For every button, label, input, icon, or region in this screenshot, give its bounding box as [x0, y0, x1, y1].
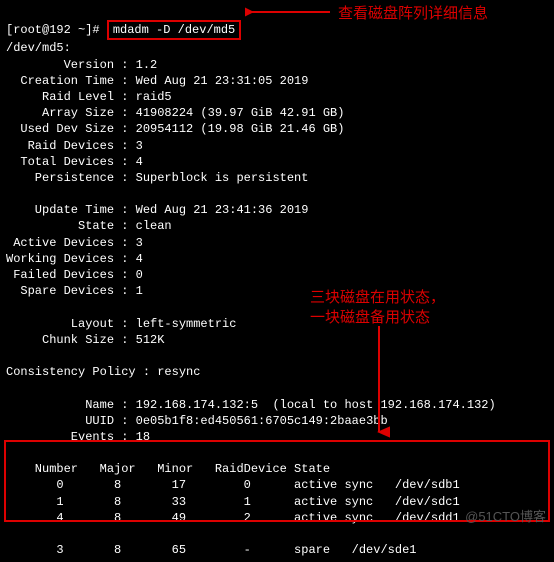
row-layout: Layout : left-symmetric — [6, 317, 236, 331]
row-spare-devices: Spare Devices : 1 — [6, 284, 143, 298]
row-failed-devices: Failed Devices : 0 — [6, 268, 143, 282]
command-highlight-box: mdadm -D /dev/md5 — [107, 20, 241, 40]
row-used-dev-size: Used Dev Size : 20954112 (19.98 GiB 21.4… — [6, 122, 344, 136]
row-name: Name : 192.168.174.132:5 (local to host … — [6, 398, 496, 412]
row-chunk-size: Chunk Size : 512K — [6, 333, 164, 347]
prompt-text: [root@192 ~]# — [6, 23, 107, 37]
row-version: Version : 1.2 — [6, 58, 157, 72]
row-uuid: UUID : 0e05b1f8:ed450561:6705c149:2baae3… — [6, 414, 388, 428]
watermark: @51CTO博客 — [465, 506, 546, 525]
annotation-mid-line2: 一块磁盘备用状态 — [310, 306, 430, 327]
row-persistence: Persistence : Superblock is persistent — [6, 171, 308, 185]
row-working-devices: Working Devices : 4 — [6, 252, 143, 266]
annotation-top: 查看磁盘阵列详细信息 — [338, 2, 488, 23]
device-header: /dev/md5: — [6, 41, 71, 55]
row-total-devices: Total Devices : 4 — [6, 155, 143, 169]
shell-prompt: [root@192 ~]# mdadm -D /dev/md5 — [6, 23, 241, 37]
row-consistency-policy: Consistency Policy : resync — [6, 365, 200, 379]
annotation-mid-line1: 三块磁盘在用状态， — [310, 286, 445, 307]
row-active-devices: Active Devices : 3 — [6, 236, 143, 250]
row-update-time: Update Time : Wed Aug 21 23:41:36 2019 — [6, 203, 308, 217]
row-state: State : clean — [6, 219, 172, 233]
row-raid-level: Raid Level : raid5 — [6, 90, 172, 104]
row-raid-devices: Raid Devices : 3 — [6, 139, 143, 153]
row-creation-time: Creation Time : Wed Aug 21 23:31:05 2019 — [6, 74, 308, 88]
command-text: mdadm -D /dev/md5 — [113, 23, 235, 37]
table-row: 3 8 65 - spare /dev/sde1 — [6, 543, 416, 557]
row-array-size: Array Size : 41908224 (39.97 GiB 42.91 G… — [6, 106, 344, 120]
